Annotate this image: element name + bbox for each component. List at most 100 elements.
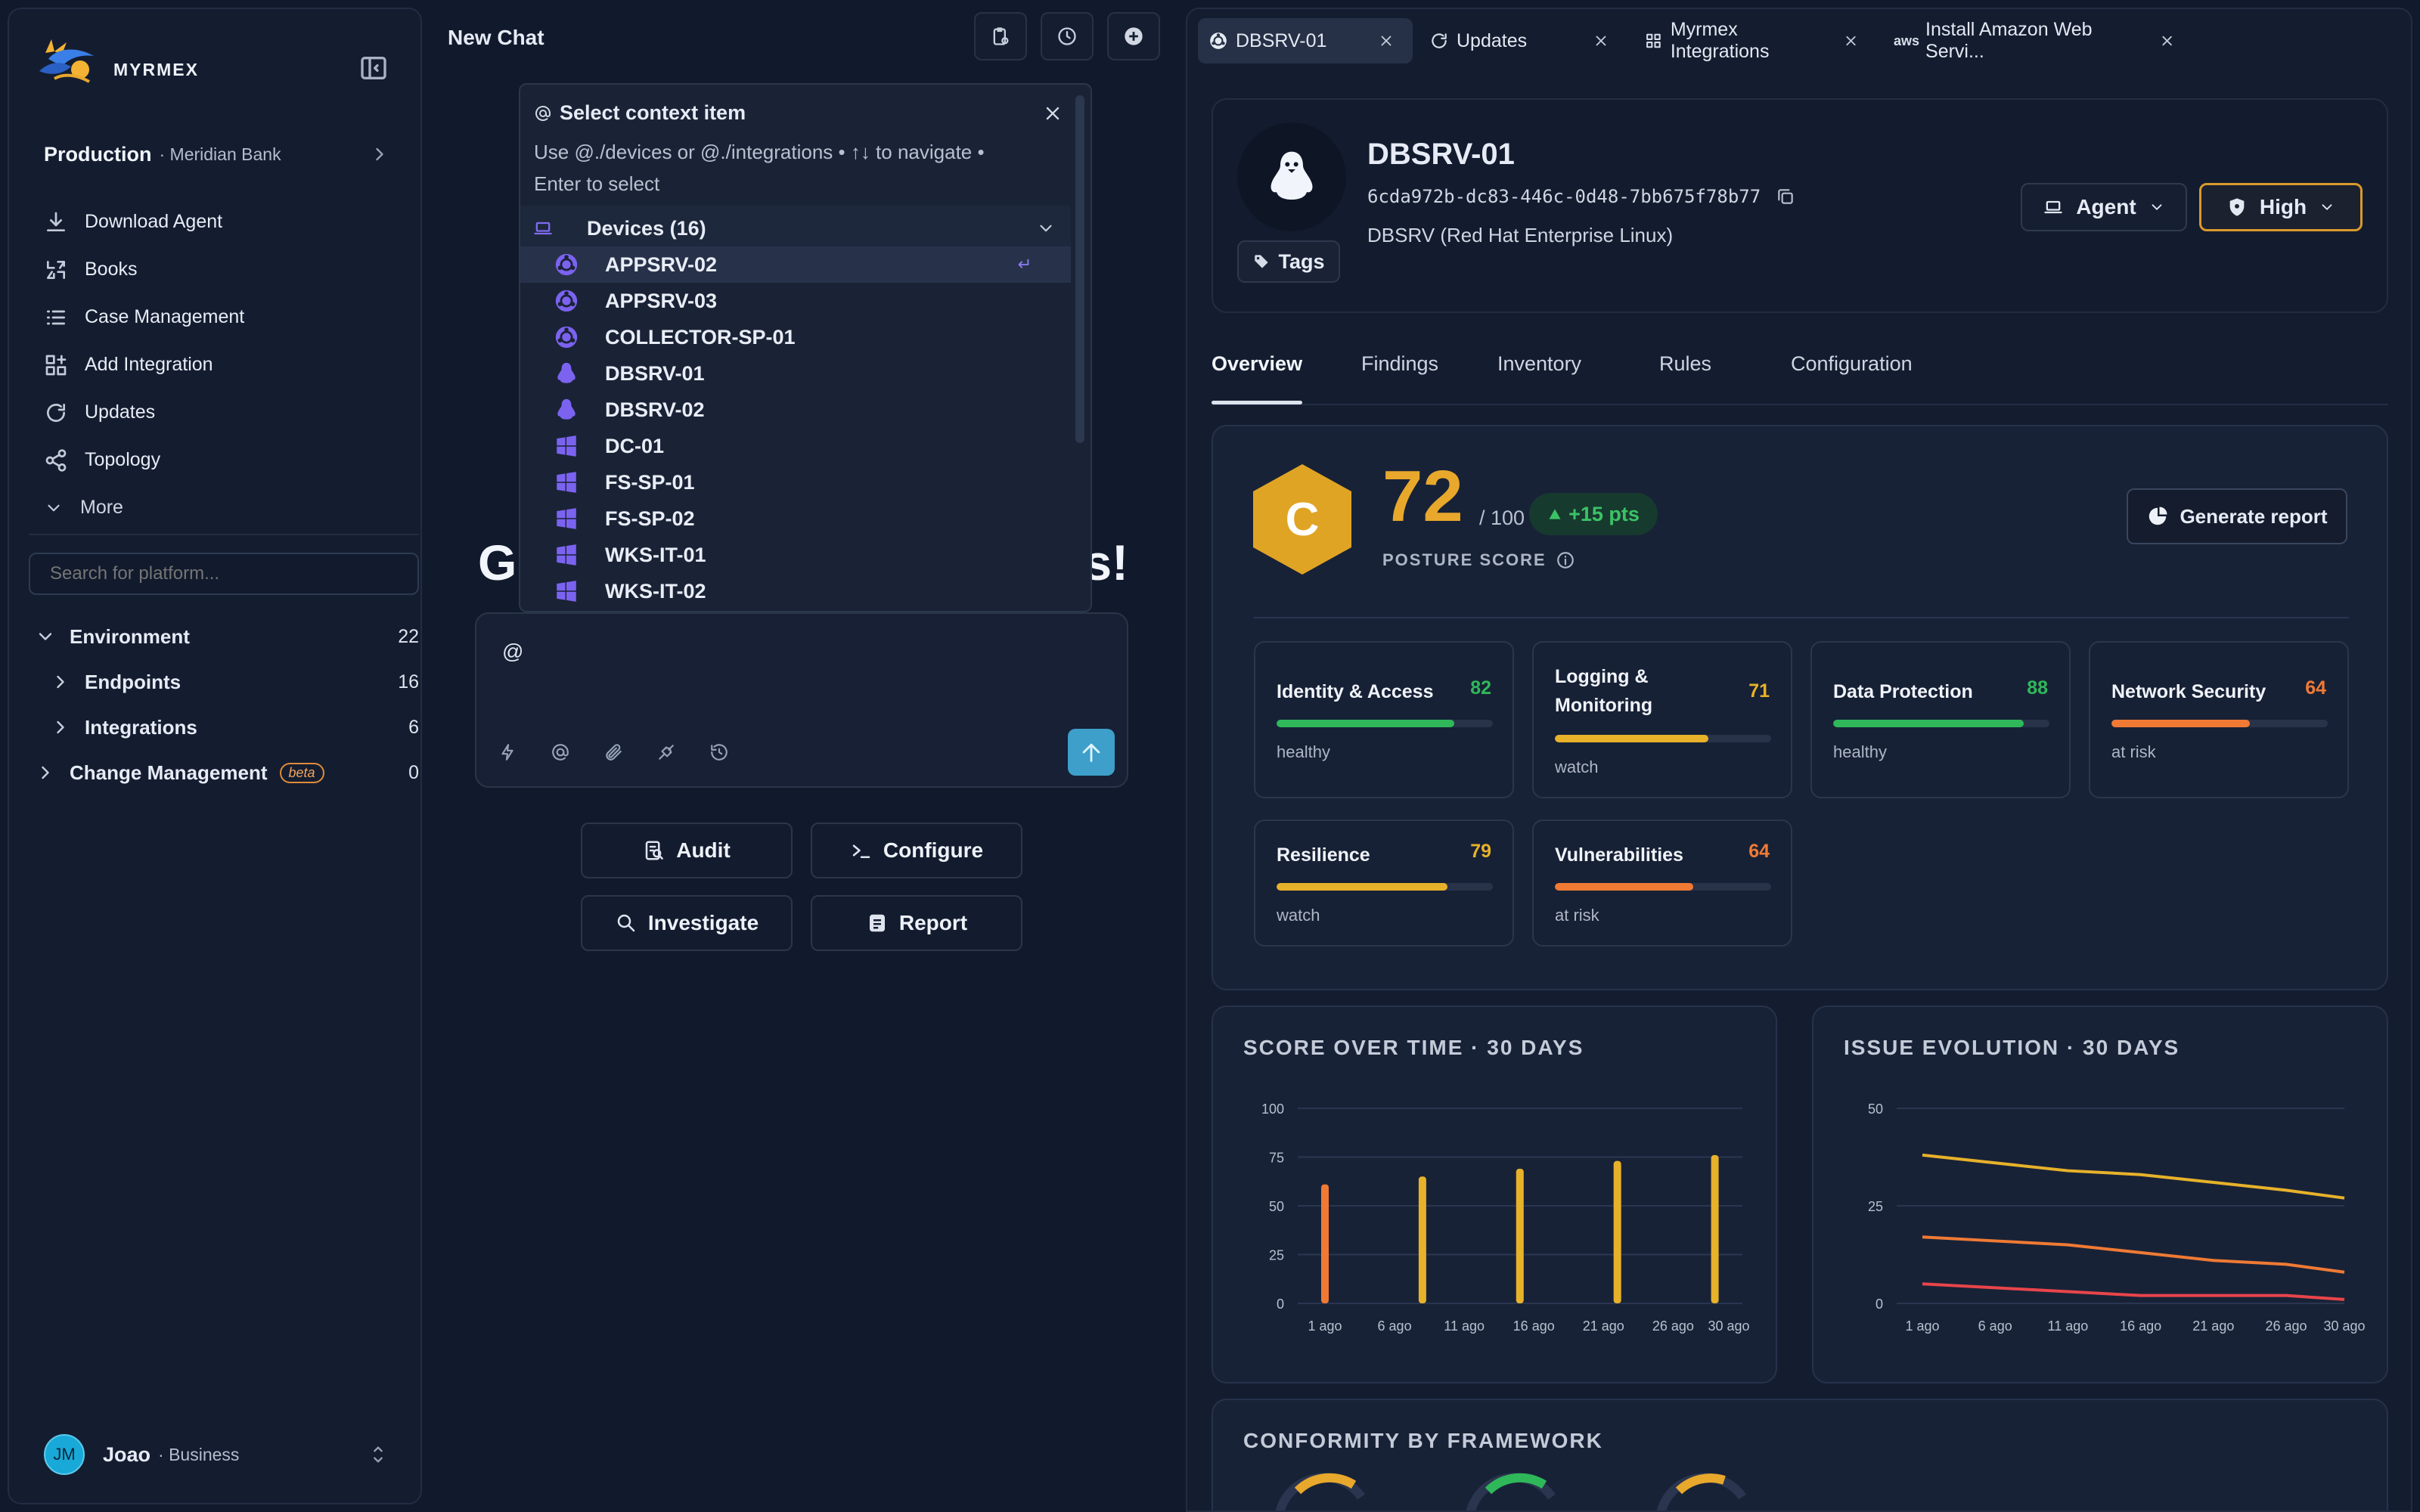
device-list-item[interactable]: COLLECTOR-SP-01 (520, 319, 1071, 355)
tags-button[interactable]: Tags (1237, 240, 1340, 283)
device-list-item[interactable]: FS-SP-02 (520, 500, 1071, 537)
bar (1516, 1168, 1524, 1303)
tab-inventory[interactable]: Inventory (1497, 352, 1581, 376)
mention-button[interactable] (540, 732, 581, 773)
tree-environment[interactable]: Environment 22 (35, 614, 419, 659)
device-name: DBSRV-01 (1367, 138, 1515, 171)
tab-findings[interactable]: Findings (1361, 352, 1438, 376)
y-tick-label: 25 (1269, 1248, 1284, 1263)
category-score: 82 (1470, 677, 1491, 699)
investigate-button[interactable]: Investigate (581, 895, 793, 951)
bar (1613, 1160, 1621, 1303)
y-tick-label: 100 (1261, 1101, 1284, 1117)
close-icon[interactable] (1593, 33, 1609, 49)
device-list-item[interactable]: DC-01 (520, 428, 1071, 464)
posture-category-card[interactable]: Data Protection 88 healthy (1810, 641, 2071, 798)
org-selector[interactable]: Production · Meridian Bank (44, 141, 399, 168)
chat-context-button[interactable] (974, 12, 1027, 60)
close-icon[interactable] (2159, 33, 2175, 49)
posture-category-card[interactable]: Identity & Access 82 healthy (1254, 641, 1514, 798)
configure-button[interactable]: Configure (811, 823, 1022, 878)
chat-composer[interactable]: @ (475, 612, 1128, 788)
chat-history-button[interactable] (1041, 12, 1094, 60)
tab-overview[interactable]: Overview (1212, 352, 1302, 376)
tree-change-management[interactable]: Change Management beta 0 (35, 750, 419, 795)
risk-label: High (2259, 195, 2307, 218)
windows-icon (554, 542, 579, 568)
platform-search-input[interactable] (29, 553, 419, 595)
nav-topology[interactable]: Topology (36, 436, 399, 484)
quick-actions-button[interactable] (487, 732, 528, 773)
delta-text: +15 pts (1568, 502, 1640, 525)
scrollbar[interactable] (1075, 95, 1084, 443)
device-list-item[interactable]: APPSRV-03 (520, 283, 1071, 319)
posture-category-card[interactable]: Vulnerabilities 64 at risk (1532, 820, 1792, 947)
integration-button[interactable] (646, 732, 687, 773)
category-progress-bar (1833, 720, 2049, 727)
y-tick-label: 25 (1868, 1199, 1883, 1214)
category-progress-bar (1277, 720, 1493, 727)
category-score: 71 (1748, 680, 1770, 702)
close-icon[interactable] (1843, 33, 1859, 49)
device-list-item[interactable]: FS-SP-01 (520, 464, 1071, 500)
risk-level-dropdown[interactable]: High (2199, 183, 2363, 231)
posture-category-card[interactable]: Resilience 79 watch (1254, 820, 1514, 947)
category-status: at risk (2111, 742, 2156, 761)
audit-icon (643, 839, 666, 862)
tree-integrations[interactable]: Integrations 6 (35, 705, 419, 750)
devices-group-header[interactable]: Devices (16) (520, 206, 1071, 251)
composer-input[interactable]: @ (502, 640, 523, 664)
nav-updates[interactable]: Updates (36, 389, 399, 436)
device-list-item[interactable]: DBSRV-02 (520, 392, 1071, 428)
nav-add-integration[interactable]: Add Integration (36, 341, 399, 389)
tab-configuration[interactable]: Configuration (1791, 352, 1913, 376)
device-list-item[interactable]: WKS-IT-01 (520, 537, 1071, 573)
close-icon[interactable] (1378, 33, 1395, 49)
device-list-item[interactable]: APPSRV-02 (520, 246, 1071, 283)
tab-dbsrv-01[interactable]: DBSRV-01 (1198, 18, 1413, 64)
tab-install-aws[interactable]: aws Install Amazon Web Servi... (1883, 18, 2193, 64)
new-chat-button[interactable] (1107, 12, 1160, 60)
close-icon[interactable] (1042, 103, 1063, 124)
tab-rules[interactable]: Rules (1659, 352, 1711, 376)
nav-case-management[interactable]: Case Management (36, 293, 399, 341)
shield-icon (2226, 197, 2248, 218)
audit-button[interactable]: Audit (581, 823, 793, 878)
send-button[interactable] (1068, 729, 1115, 776)
nav-download-agent[interactable]: Download Agent (36, 198, 399, 246)
chevron-down-icon (2319, 199, 2335, 215)
tree-count: 22 (398, 625, 419, 647)
posture-category-card[interactable]: Network Security 64 at risk (2089, 641, 2349, 798)
copy-icon[interactable] (1776, 187, 1795, 206)
user-menu[interactable]: JM Joao · Business (44, 1433, 399, 1476)
collapse-sidebar-icon[interactable] (357, 53, 390, 83)
device-label: APPSRV-03 (605, 289, 718, 312)
y-tick-label: 50 (1269, 1199, 1284, 1214)
category-score: 79 (1470, 841, 1491, 862)
category-progress-fill (1555, 883, 1694, 891)
action-label: Audit (676, 838, 731, 862)
bar (1321, 1184, 1329, 1303)
info-icon[interactable] (1556, 550, 1575, 570)
logo[interactable]: MYRMEX (32, 36, 199, 89)
bar (1418, 1176, 1426, 1303)
generate-report-button[interactable]: Generate report (2127, 488, 2347, 544)
tree-count: 16 (398, 671, 419, 692)
history-button[interactable] (699, 732, 740, 773)
agent-dropdown[interactable]: Agent (2021, 183, 2187, 231)
nav-books[interactable]: Books (36, 246, 399, 293)
device-list-item[interactable]: DBSRV-01 (520, 355, 1071, 392)
attach-button[interactable] (593, 732, 634, 773)
nav-more[interactable]: More (36, 484, 399, 531)
group-label: Devices (16) (587, 216, 706, 240)
chevron-right-icon (50, 717, 71, 738)
logo-text: MYRMEX (113, 59, 199, 79)
device-label: FS-SP-02 (605, 507, 695, 530)
tab-updates[interactable]: Updates (1419, 18, 1627, 64)
posture-category-card[interactable]: Logging & Monitoring 71 watch (1532, 641, 1792, 798)
device-list-item[interactable]: WKS-IT-02 (520, 573, 1071, 609)
tab-myrmex-integrations[interactable]: Myrmex Integrations (1634, 18, 1877, 64)
category-progress-bar (2111, 720, 2328, 727)
tree-endpoints[interactable]: Endpoints 16 (35, 659, 419, 705)
report-button[interactable]: Report (811, 895, 1022, 951)
